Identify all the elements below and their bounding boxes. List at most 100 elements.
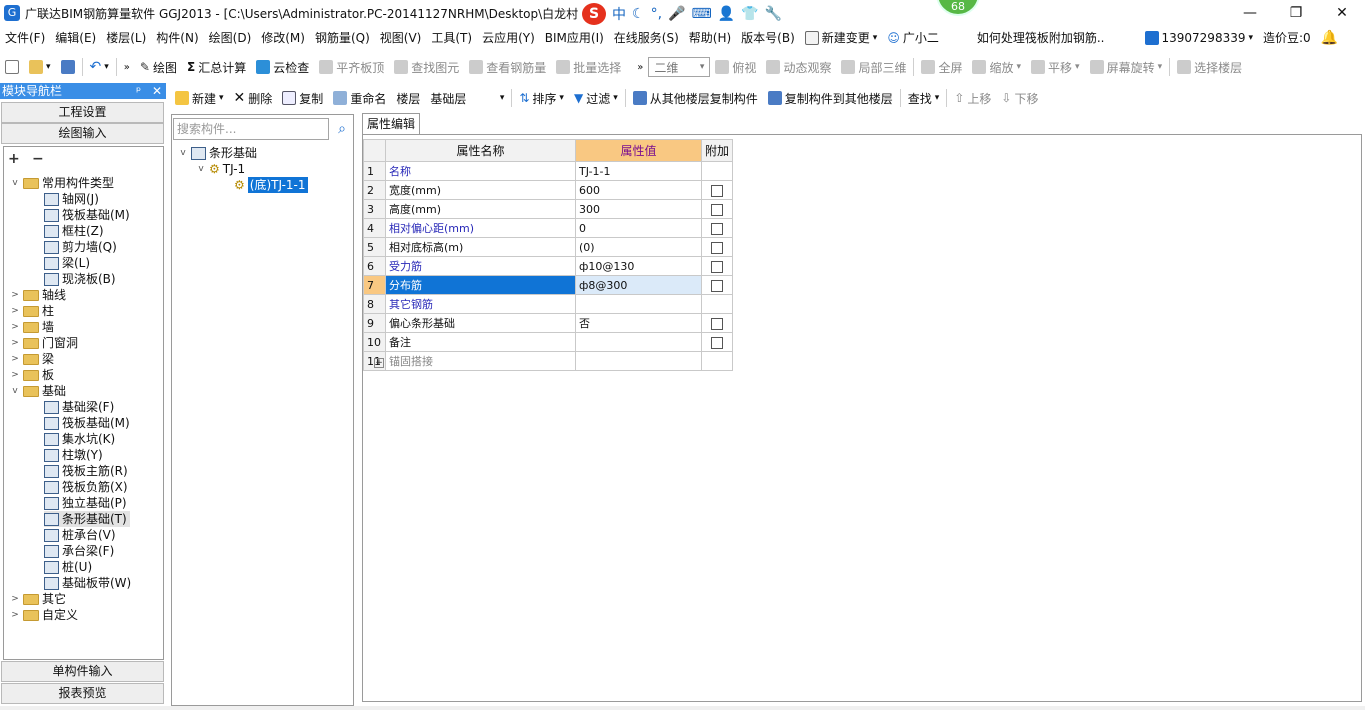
table-row[interactable]: 11 + 锚固搭接: [363, 351, 734, 371]
punct-icon[interactable]: °,: [651, 6, 662, 22]
menu-floor[interactable]: 楼层(L): [101, 26, 151, 50]
move-up-button[interactable]: ⇧ 上移: [949, 86, 996, 110]
tree-folder-slab[interactable]: > 板: [10, 367, 54, 383]
property-name-cell[interactable]: 相对偏心距(mm): [385, 218, 576, 238]
menu-rebar[interactable]: 钢筋量(Q): [310, 26, 375, 50]
question-link[interactable]: 如何处理筏板附加钢筋..: [972, 26, 1110, 50]
tree-item-column-pier[interactable]: 柱墩(Y): [44, 447, 103, 463]
fullscreen-button[interactable]: 全屏: [916, 55, 967, 79]
single-input-button[interactable]: 单构件输入: [1, 661, 164, 682]
property-name-cell[interactable]: 其它钢筋: [385, 294, 576, 314]
add-checkbox[interactable]: [711, 336, 723, 349]
property-name-cell[interactable]: + 锚固搭接: [374, 351, 576, 371]
user-icon[interactable]: 👤: [718, 6, 735, 22]
table-row[interactable]: 10 备注: [363, 332, 734, 352]
property-add-cell[interactable]: [700, 275, 734, 295]
ime-mode-toggle[interactable]: 中: [612, 4, 626, 24]
table-row[interactable]: 2 宽度(mm) 600: [363, 180, 734, 200]
property-add-cell[interactable]: [700, 256, 734, 276]
property-add-cell[interactable]: [700, 237, 734, 257]
expand-all-icon[interactable]: +: [8, 151, 20, 167]
menu-file[interactable]: 文件(F): [0, 26, 50, 50]
overflow-chevron-icon[interactable]: »: [632, 55, 648, 79]
flush-slab-button[interactable]: 平齐板顶: [314, 55, 389, 79]
add-checkbox[interactable]: [711, 241, 723, 254]
table-row[interactable]: 4 相对偏心距(mm) 0: [363, 218, 734, 238]
search-icon[interactable]: ⌕: [332, 119, 352, 139]
component-node-root[interactable]: v 条形基础: [178, 145, 257, 161]
open-folder-icon[interactable]: ▾: [24, 55, 56, 79]
property-name-cell[interactable]: 相对底标高(m): [385, 237, 576, 257]
property-name-cell[interactable]: 备注: [385, 332, 576, 352]
shirt-icon[interactable]: 👕: [741, 6, 758, 22]
menu-modify[interactable]: 修改(M): [256, 26, 310, 50]
property-add-cell[interactable]: [700, 218, 734, 238]
report-preview-button[interactable]: 报表预览: [1, 683, 164, 704]
property-name-cell[interactable]: 分布筋: [385, 275, 576, 295]
add-checkbox[interactable]: [711, 260, 723, 273]
tree-item-raft[interactable]: 筏板基础(M): [44, 207, 130, 223]
tree-item-foundation-slab-strip[interactable]: 基础板带(W): [44, 575, 131, 591]
sort-button[interactable]: ⇅ 排序 ▾: [514, 86, 569, 110]
copy-button[interactable]: 复制: [277, 86, 328, 110]
tree-item-strip-footing[interactable]: 条形基础(T): [44, 511, 130, 527]
add-checkbox[interactable]: [711, 222, 723, 235]
menu-tools[interactable]: 工具(T): [426, 26, 477, 50]
tree-folder-axis[interactable]: > 轴线: [10, 287, 66, 303]
zoom-button[interactable]: 缩放 ▾: [967, 55, 1026, 79]
pan-button[interactable]: 平移 ▾: [1026, 55, 1085, 79]
menu-help[interactable]: 帮助(H): [684, 26, 736, 50]
menu-cloud[interactable]: 云应用(Y): [477, 26, 540, 50]
table-row[interactable]: 1 名称 TJ-1-1: [363, 161, 734, 181]
property-name-cell[interactable]: 宽度(mm): [385, 180, 576, 200]
tree-folder-openings[interactable]: > 门窗洞: [10, 335, 78, 351]
menu-view[interactable]: 视图(V): [375, 26, 427, 50]
tree-item-beam[interactable]: 梁(L): [44, 255, 90, 271]
save-icon[interactable]: [56, 55, 80, 79]
table-row[interactable]: 9 偏心条形基础 否: [363, 313, 734, 333]
property-value-cell[interactable]: 300: [575, 199, 702, 219]
menu-edit[interactable]: 编辑(E): [50, 26, 101, 50]
tree-item-pile-cap[interactable]: 桩承台(V): [44, 527, 116, 543]
dynamic-view-button[interactable]: 动态观察: [761, 55, 836, 79]
tree-item-foundation-beam[interactable]: 基础梁(F): [44, 399, 114, 415]
tree-item-cast-slab[interactable]: 现浇板(B): [44, 271, 116, 287]
collapse-all-icon[interactable]: −: [32, 151, 44, 167]
add-checkbox[interactable]: [711, 317, 723, 330]
tree-folder-custom[interactable]: > 自定义: [10, 607, 78, 623]
new-change-menu[interactable]: 新建变更 ▾: [800, 26, 883, 50]
close-icon[interactable]: ✕: [152, 83, 162, 99]
tab-property-edit[interactable]: 属性编辑: [362, 113, 420, 134]
table-row[interactable]: 7 分布筋 ф8@300: [363, 275, 734, 295]
copy-from-floor-button[interactable]: 从其他楼层复制构件: [628, 86, 763, 110]
account-menu[interactable]: 13907298339 ▾: [1140, 26, 1259, 50]
tree-item-isolated-footing[interactable]: 独立基础(P): [44, 495, 127, 511]
draw-button[interactable]: ✎ 绘图: [135, 55, 182, 79]
wrench-icon[interactable]: 🔧: [765, 6, 782, 22]
cloud-check-button[interactable]: 云检查: [251, 55, 314, 79]
find-button[interactable]: 查找 ▾: [903, 86, 945, 110]
property-value-cell[interactable]: [575, 332, 702, 352]
minimize-button[interactable]: —: [1227, 0, 1273, 26]
maximize-button[interactable]: ❐: [1273, 0, 1319, 26]
component-node-tj1[interactable]: v ⚙ TJ-1: [196, 161, 245, 177]
search-input[interactable]: 搜索构件...: [173, 118, 329, 140]
delete-button[interactable]: ✕ 删除: [229, 86, 278, 110]
tree-item-axis-grid[interactable]: 轴网(J): [44, 191, 99, 207]
property-name-cell[interactable]: 名称: [385, 161, 576, 181]
menu-draw[interactable]: 绘图(D): [204, 26, 257, 50]
view-mode-select[interactable]: 二维 ▾: [648, 57, 711, 77]
move-down-button[interactable]: ⇩ 下移: [996, 86, 1043, 110]
project-settings-button[interactable]: 工程设置: [1, 102, 164, 123]
property-name-cell[interactable]: 受力筋: [385, 256, 576, 276]
property-add-cell[interactable]: [700, 313, 734, 333]
property-value-cell[interactable]: 否: [575, 313, 702, 333]
property-add-cell[interactable]: [700, 180, 734, 200]
property-add-cell[interactable]: [700, 332, 734, 352]
table-row[interactable]: 8 其它钢筋: [363, 294, 734, 314]
tree-folder-beam[interactable]: > 梁: [10, 351, 54, 367]
close-button[interactable]: ✕: [1319, 0, 1365, 26]
tree-node-foundation[interactable]: v 基础: [10, 383, 66, 399]
ime-toolbar[interactable]: S 中 ☾ °, 🎤 ⌨ 👤 👕 🔧: [578, 3, 786, 25]
menu-bim[interactable]: BIM应用(I): [540, 26, 609, 50]
